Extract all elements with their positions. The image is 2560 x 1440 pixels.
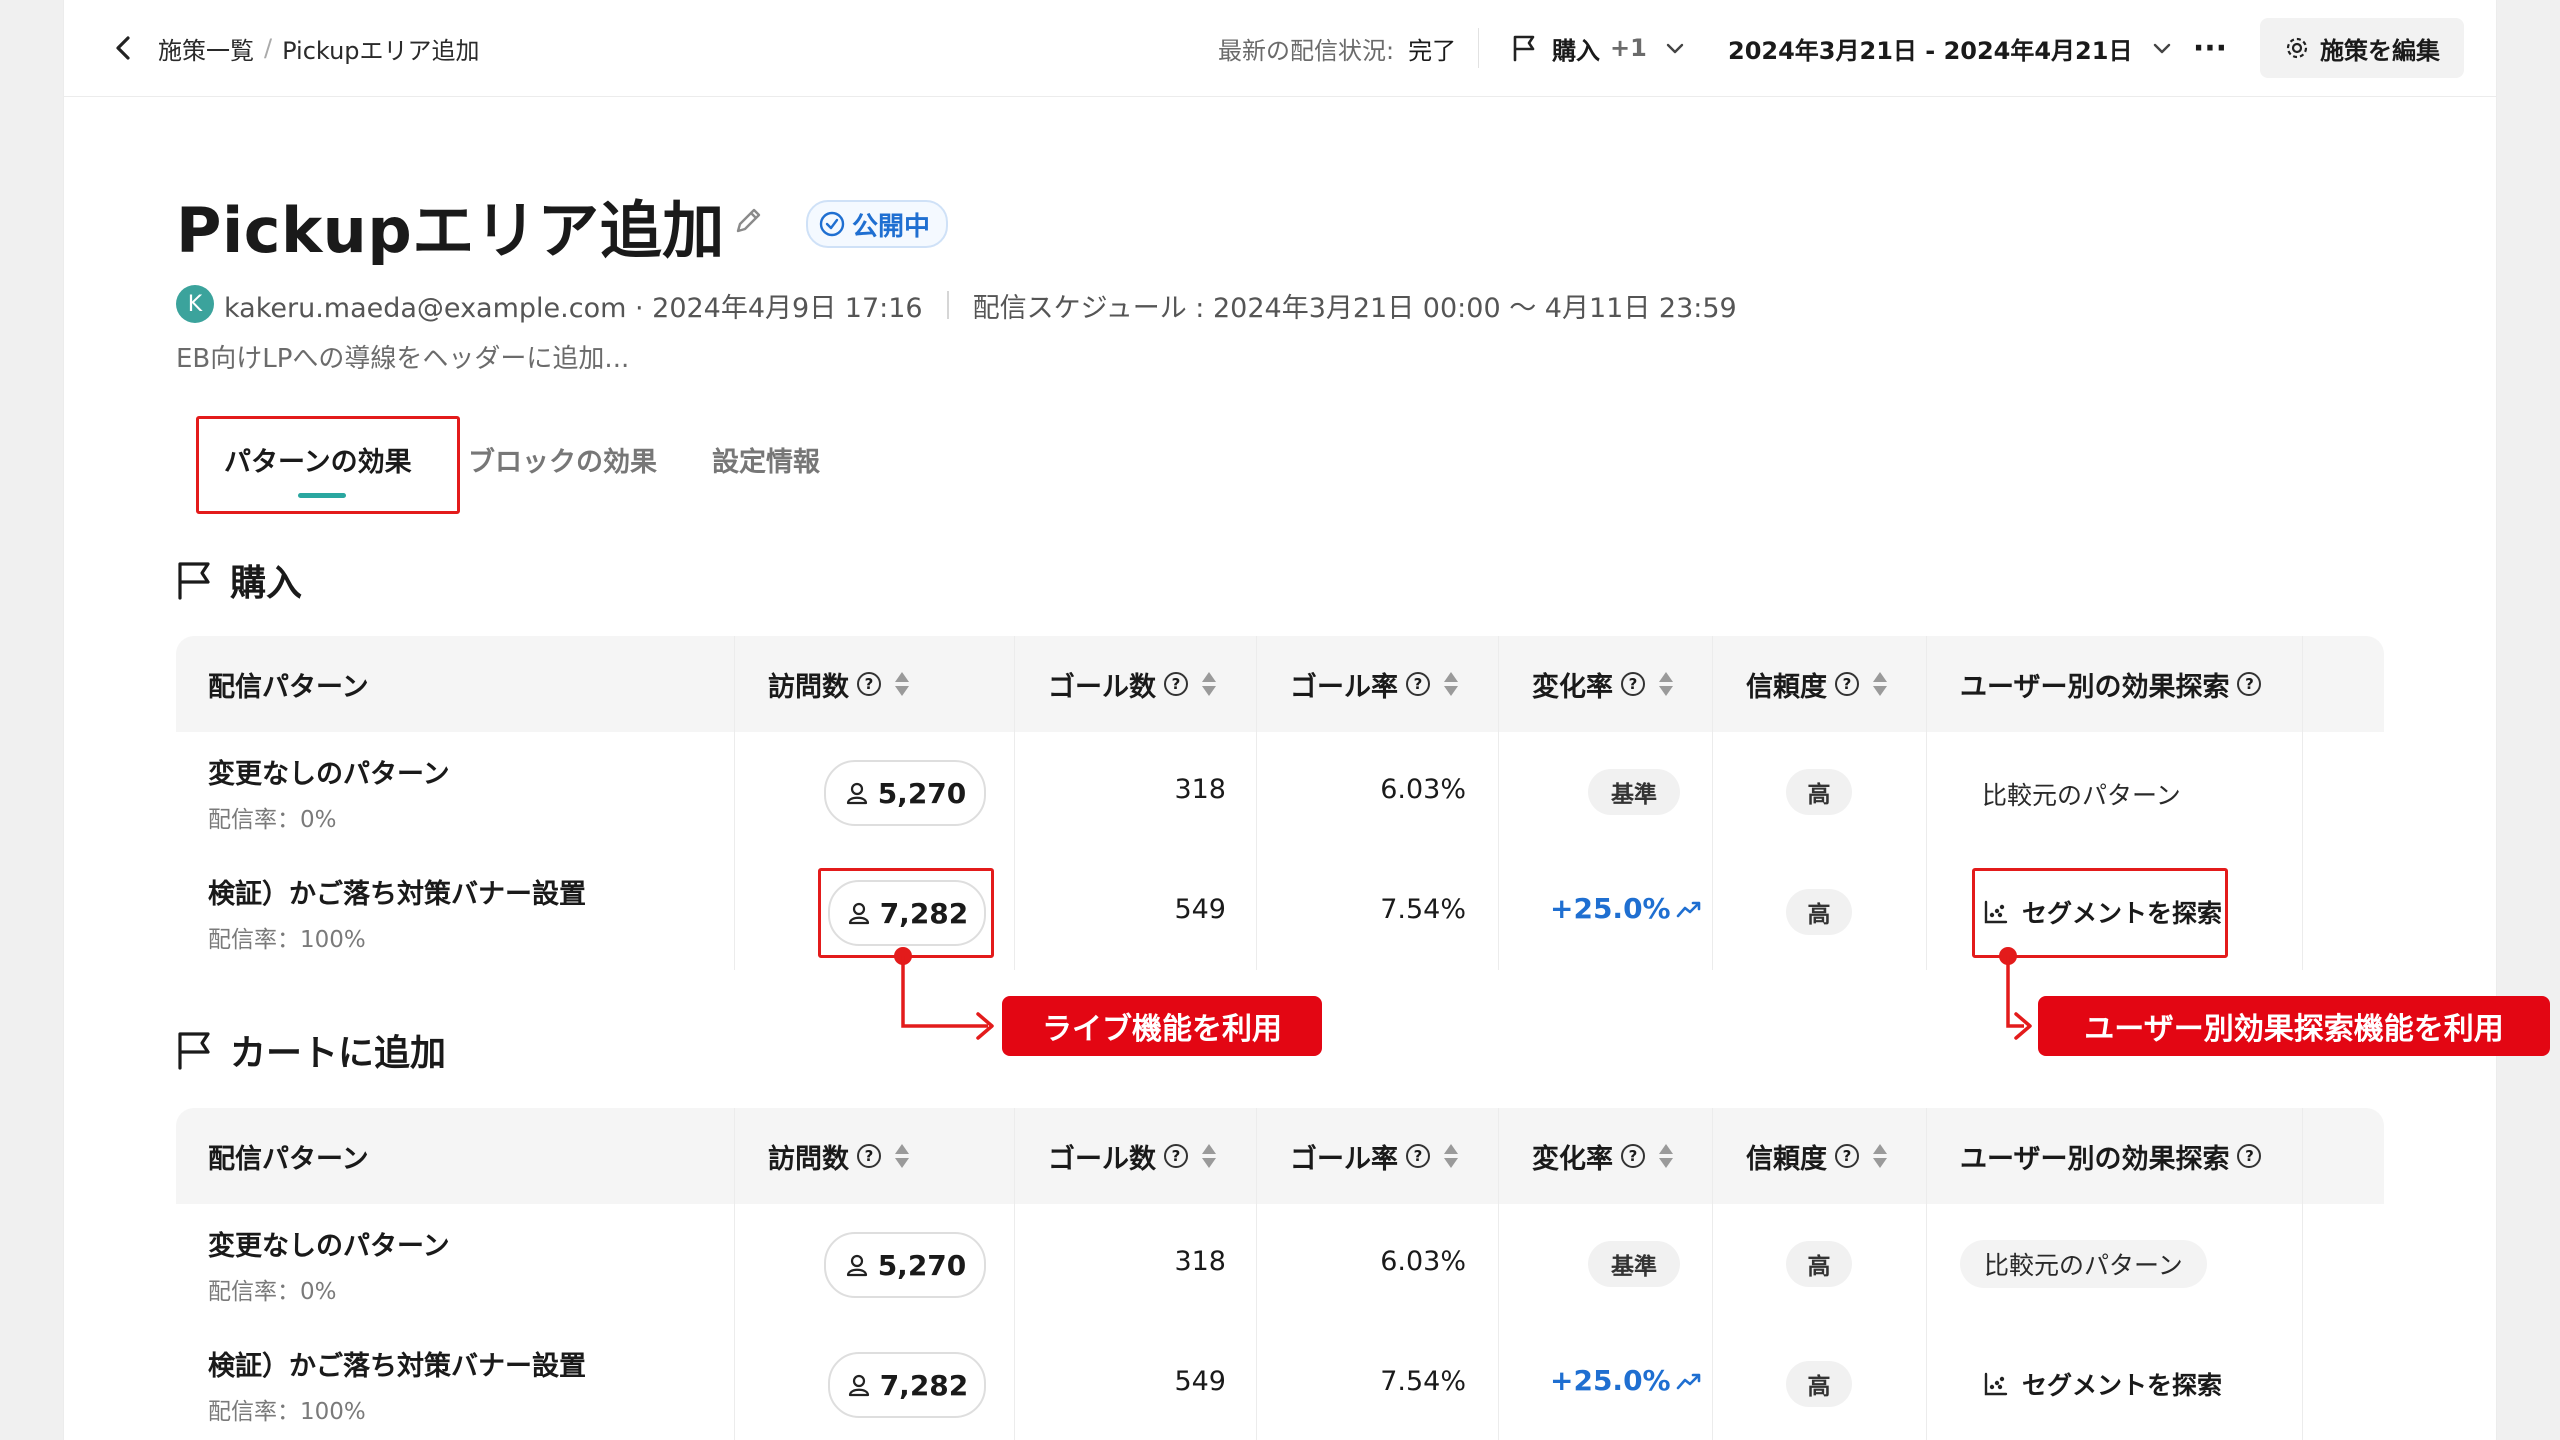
callout-live-feature: ライブ機能を利用	[1002, 996, 1322, 1056]
app-screen: 施策一覧 / Pickupエリア追加 最新の配信状況: 完了 購入 +1 202…	[0, 0, 2560, 1440]
arrow-segment	[1999, 947, 2032, 1040]
callout-segment-feature: ユーザー別効果探索機能を利用	[2038, 996, 2550, 1056]
annotation-arrows	[894, 947, 2032, 1040]
arrow-live	[894, 947, 994, 1040]
